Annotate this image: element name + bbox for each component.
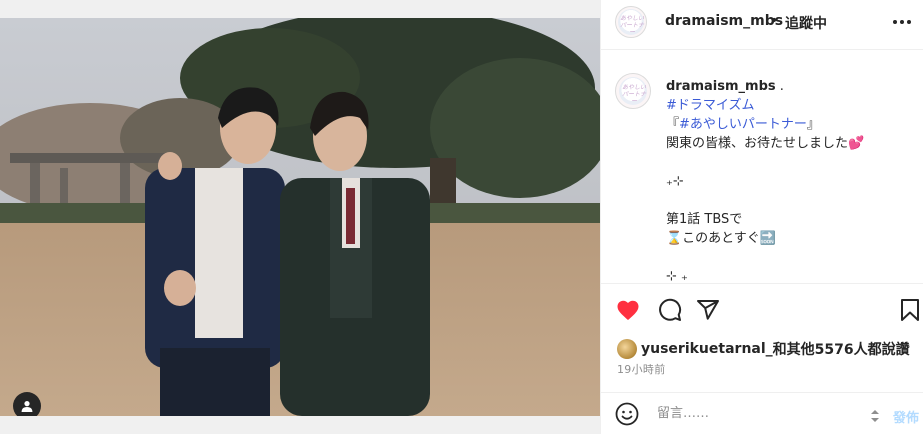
caption-line: 第1話 TBSで <box>666 212 743 227</box>
liker-avatar <box>617 339 637 359</box>
emoji-button[interactable] <box>615 402 641 428</box>
caption-text: dramaism_mbs . #ドラマイズム 『#あやしいパートナー』 関東の皆… <box>666 77 916 283</box>
caption-line: 関東の皆様、お待たせしました💕 <box>666 136 865 151</box>
caption-sparkle: ⊹ ₊ <box>666 269 688 283</box>
caption-gap <box>666 248 916 267</box>
post-comment-button[interactable]: 發佈 <box>893 407 919 426</box>
share-button[interactable] <box>695 297 721 323</box>
post-timestamp[interactable]: 19小時前 <box>617 361 666 377</box>
likes-count-text[interactable]: 和其他5576人都說讚 <box>773 339 910 359</box>
post-caption: あやしい パートナー dramaism_mbs . #ドラマイズム 『#あやしい… <box>601 51 923 283</box>
caption-bracket-open: 『 <box>666 117 680 132</box>
caption-author-username[interactable]: dramaism_mbs <box>666 79 776 94</box>
bookmark-icon <box>901 299 919 321</box>
post-sidebar: あやしい パートナー dramaism_mbs • 追蹤中 あやしい パートナー… <box>600 0 923 434</box>
author-avatar[interactable]: あやしい パートナー <box>615 6 647 38</box>
media-letterbox-bottom <box>0 416 600 434</box>
comment-bar: 發佈 <box>601 392 923 434</box>
caption-author-avatar[interactable]: あやしい パートナー <box>615 73 651 109</box>
author-username[interactable]: dramaism_mbs <box>665 13 783 29</box>
likes-summary[interactable]: yuserikuetarnal_ 和其他5576人都說讚 <box>617 338 910 360</box>
expand-icon[interactable] <box>870 409 880 423</box>
user-tag-icon <box>21 401 33 412</box>
avatar-logo-text: あやしい パートナー <box>620 15 645 36</box>
share-icon <box>697 300 719 320</box>
header-separator: • <box>770 13 779 29</box>
post-media <box>0 0 600 434</box>
hashtag-link[interactable]: #あやしいパートナー <box>679 117 807 132</box>
post-header: あやしい パートナー dramaism_mbs • 追蹤中 <box>601 0 923 50</box>
liker-username[interactable]: yuserikuetarnal_ <box>641 341 773 357</box>
comment-icon <box>659 298 682 321</box>
more-options-button[interactable] <box>892 12 912 32</box>
comment-button[interactable] <box>657 297 683 323</box>
caption-gap <box>666 191 916 210</box>
caption-bracket-close: 』 <box>806 117 820 132</box>
hashtag-link[interactable]: #ドラマイズム <box>666 98 755 113</box>
caption-gap <box>666 153 916 172</box>
more-horizontal-icon <box>893 20 911 24</box>
like-button[interactable] <box>615 297 641 323</box>
caption-author-suffix: . <box>775 79 784 94</box>
post-actions <box>601 283 923 335</box>
avatar-logo-text: あやしい パートナー <box>622 84 647 105</box>
comment-input[interactable] <box>657 406 857 421</box>
following-button[interactable]: 追蹤中 <box>785 13 827 33</box>
caption-sparkle: ₊⊹ <box>666 174 684 189</box>
heart-icon <box>617 300 639 320</box>
caption-line: ⌛このあとすぐ🔜 <box>666 231 776 246</box>
emoji-icon <box>615 402 639 426</box>
media-letterbox-top <box>0 0 600 18</box>
user-tag-button[interactable] <box>13 392 41 416</box>
save-button[interactable] <box>897 297 923 323</box>
post-photo[interactable] <box>0 18 600 416</box>
